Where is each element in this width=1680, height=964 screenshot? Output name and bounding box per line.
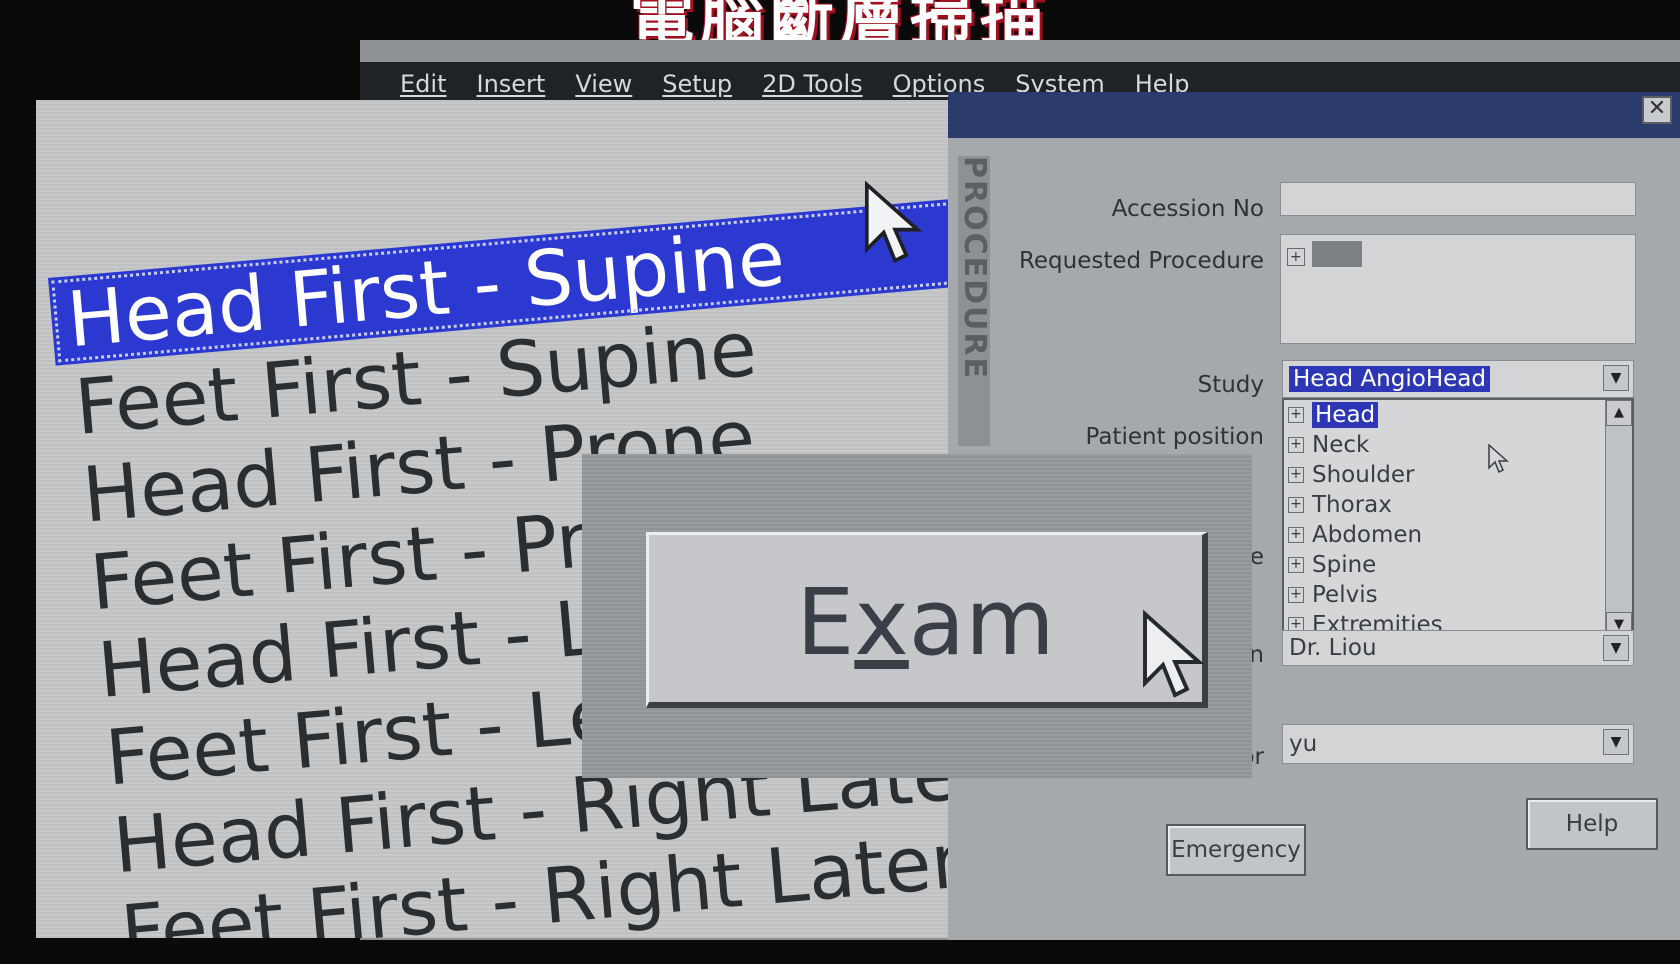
exam-button[interactable]: Exam xyxy=(646,532,1208,708)
list-item[interactable]: + Head xyxy=(1284,400,1632,430)
procedure-side-label: PROCEDURE xyxy=(957,156,992,446)
expand-icon[interactable]: + xyxy=(1288,587,1304,603)
requested-procedure-field[interactable]: + ------ xyxy=(1280,234,1636,344)
zoomed-exam-panel: Exam xyxy=(582,454,1252,778)
menu-insert[interactable]: Insert xyxy=(476,70,545,98)
chevron-down-icon[interactable]: ▼ xyxy=(1603,729,1629,755)
requested-procedure-label: Requested Procedure xyxy=(1018,248,1264,274)
expand-icon[interactable]: + xyxy=(1288,467,1304,483)
list-item[interactable]: + Thorax xyxy=(1284,490,1632,520)
study-label: Study xyxy=(1197,372,1264,398)
exam-label-mnemonic: x xyxy=(854,569,909,676)
operator-dropdown[interactable]: yu ▼ xyxy=(1282,724,1634,764)
mouse-pointer-icon xyxy=(864,180,923,264)
physician-dropdown[interactable]: Dr. Liou ▼ xyxy=(1282,630,1634,666)
list-item[interactable]: + Shoulder xyxy=(1284,460,1632,490)
emergency-button[interactable]: Emergency xyxy=(1166,824,1306,876)
exam-label: E xyxy=(796,569,855,676)
list-item[interactable]: + Abdomen xyxy=(1284,520,1632,550)
menu-edit[interactable]: Edit xyxy=(400,70,446,98)
study-value: Head AngioHead xyxy=(1289,366,1490,392)
patient-position-label: Patient position xyxy=(1085,424,1265,450)
expand-icon[interactable]: + xyxy=(1288,437,1304,453)
physician-value: Dr. Liou xyxy=(1289,635,1377,661)
expand-icon[interactable]: + xyxy=(1288,527,1304,543)
list-item[interactable]: + Neck xyxy=(1284,430,1632,460)
mouse-pointer-icon xyxy=(1143,609,1205,698)
help-button[interactable]: Help xyxy=(1526,798,1658,850)
expand-icon[interactable]: + xyxy=(1287,248,1305,266)
close-button[interactable]: ✕ xyxy=(1642,96,1672,124)
accession-field[interactable] xyxy=(1280,182,1636,216)
chevron-down-icon[interactable]: ▼ xyxy=(1603,635,1629,661)
list-item[interactable]: + Pelvis xyxy=(1284,580,1632,610)
menu-view[interactable]: View xyxy=(575,70,632,98)
study-dropdown[interactable]: Head AngioHead ▼ xyxy=(1282,360,1634,398)
menu-setup[interactable]: Setup xyxy=(662,70,732,98)
exam-label-rest: am xyxy=(908,569,1055,676)
list-item[interactable]: + Spine xyxy=(1284,550,1632,580)
menu-2d-tools[interactable]: 2D Tools xyxy=(762,70,863,98)
chevron-up-icon[interactable]: ▲ xyxy=(1606,400,1632,426)
expand-icon[interactable]: + xyxy=(1288,407,1304,423)
expand-icon[interactable]: + xyxy=(1288,557,1304,573)
dialog-title-bar: ✕ xyxy=(948,92,1680,138)
operator-value: yu xyxy=(1289,731,1318,757)
body-part-list[interactable]: + Head + Neck + Shoulder + Thorax + Abdomen +… xyxy=(1282,398,1634,640)
requested-procedure-value: ------ xyxy=(1312,241,1362,267)
chevron-down-icon[interactable]: ▼ xyxy=(1603,365,1629,391)
mouse-pointer-icon xyxy=(1488,444,1509,474)
expand-icon[interactable]: + xyxy=(1288,497,1304,513)
accession-label: Accession No xyxy=(1111,196,1264,222)
list-scrollbar[interactable]: ▲ ▼ xyxy=(1605,400,1632,638)
